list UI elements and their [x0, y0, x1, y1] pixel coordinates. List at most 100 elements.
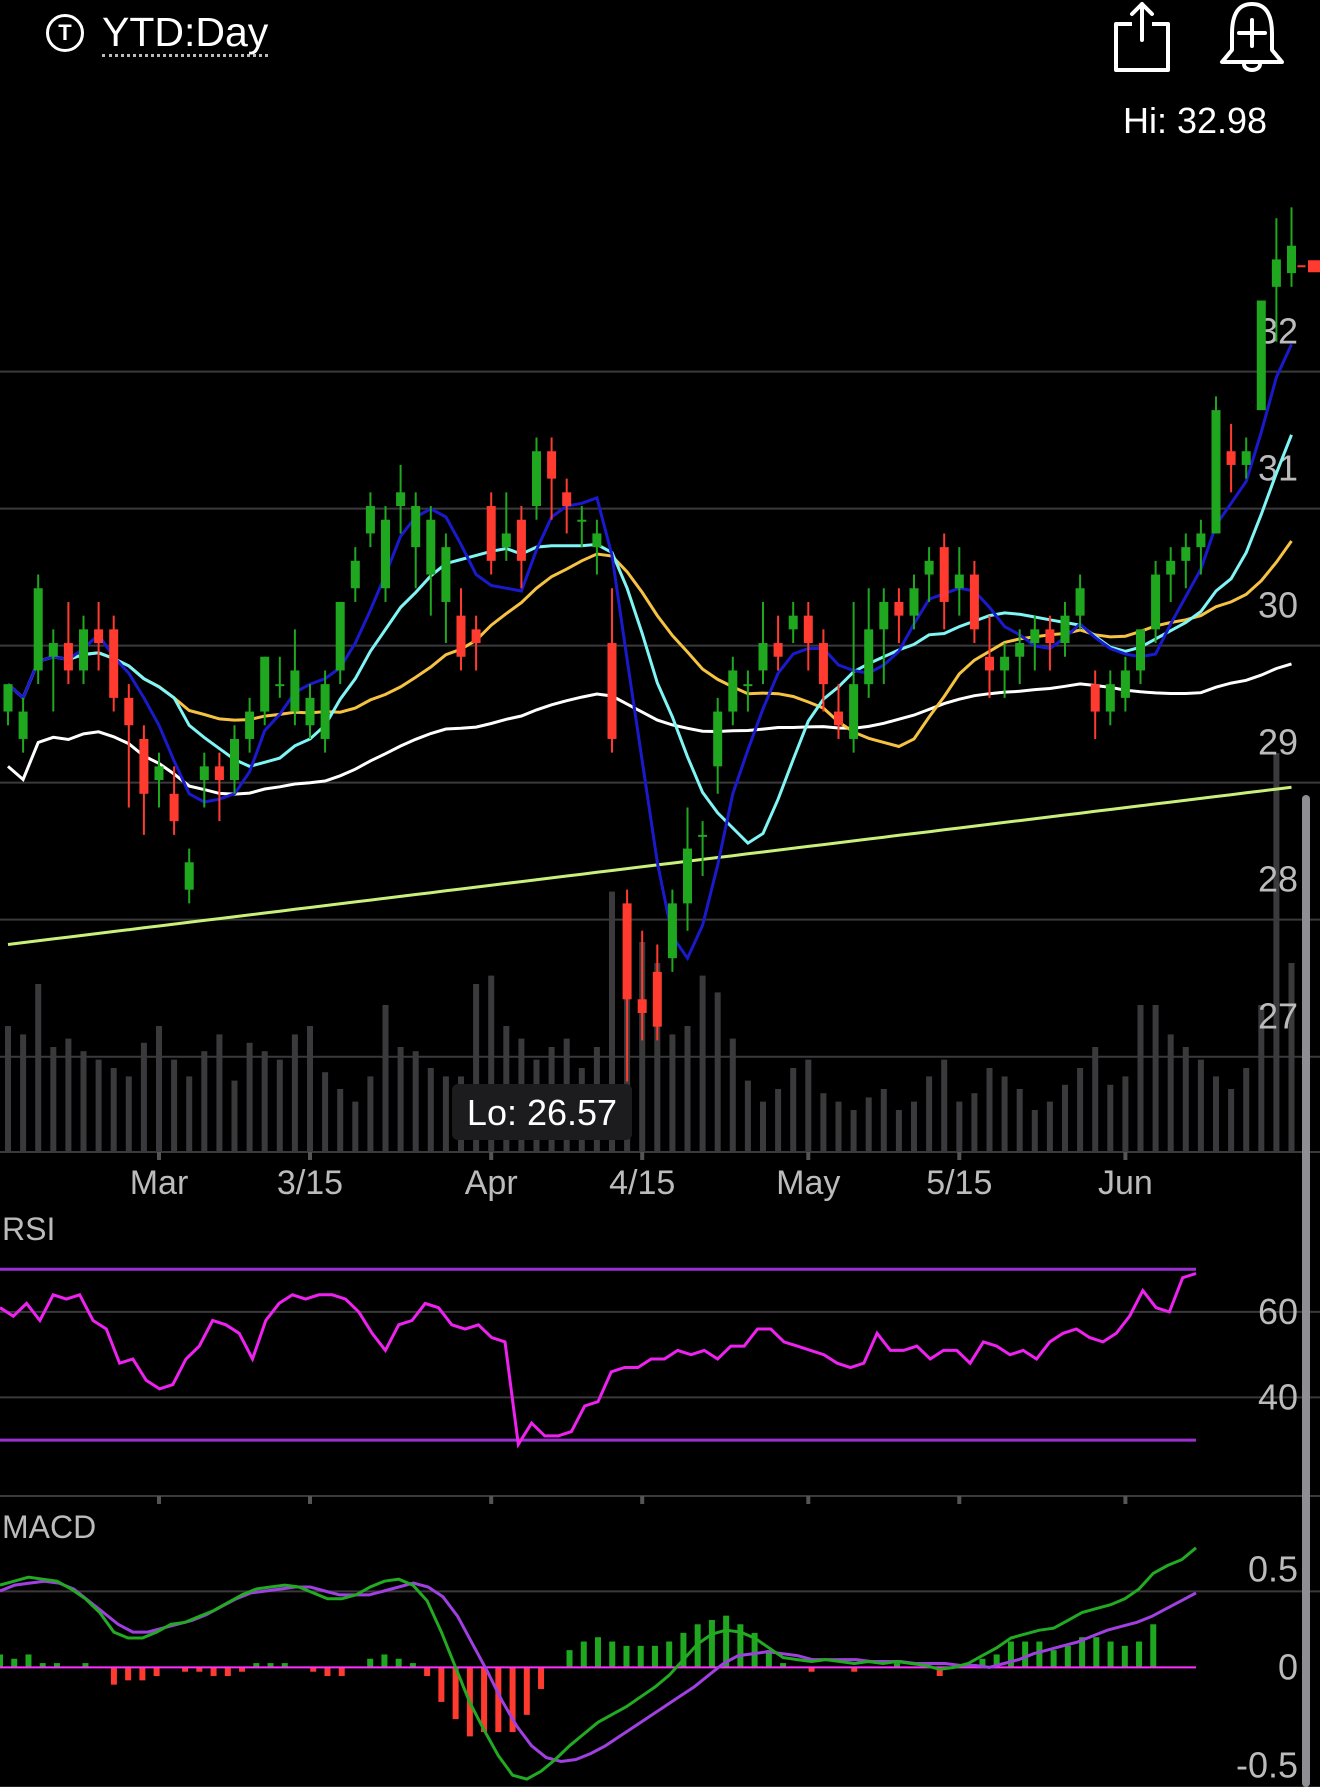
macd-histogram-bar	[1036, 1641, 1043, 1668]
volume-bar	[986, 1068, 993, 1152]
candle-body	[18, 711, 28, 739]
candle-body	[532, 451, 541, 507]
macd-histogram-bar	[1022, 1641, 1029, 1668]
volume-bar	[744, 1080, 751, 1152]
candle-body	[667, 903, 677, 959]
volume-bar	[80, 1051, 87, 1152]
macd-histogram-bar	[125, 1667, 132, 1681]
candle-body	[818, 643, 828, 685]
macd-histogram-bar	[0, 1654, 3, 1668]
candle-body	[728, 670, 738, 712]
candle-body	[441, 547, 451, 602]
last-price-marker	[1308, 260, 1320, 273]
macd-histogram-bar	[338, 1667, 345, 1677]
volume-bar	[337, 1089, 344, 1152]
candle-body	[577, 519, 587, 522]
candle-body	[1045, 629, 1055, 644]
candle-body	[1120, 670, 1130, 698]
candle-body	[184, 862, 194, 890]
candle-body	[864, 629, 874, 685]
candle-body	[1241, 451, 1251, 465]
volume-bar	[382, 1005, 389, 1152]
candle-body	[426, 519, 436, 575]
stock-chart[interactable]: 323130292827Mar 3/15 Apr 4/15 May 5/15 JunHi: …	[0, 0, 1320, 1787]
candle-body	[849, 684, 859, 739]
volume-bar	[1122, 1076, 1129, 1152]
volume-bar	[1062, 1084, 1068, 1152]
macd-histogram-bar	[324, 1667, 331, 1677]
volume-bar	[1167, 1034, 1174, 1152]
candle-body	[909, 588, 919, 616]
volume-bar	[35, 984, 42, 1152]
candle-body	[1060, 615, 1070, 644]
candle-body	[622, 903, 632, 1000]
volume-bar	[1273, 753, 1280, 1152]
macd-histogram-bar	[395, 1658, 402, 1668]
volume-bar	[125, 1076, 132, 1152]
candle-body	[985, 656, 994, 671]
volume-bar	[971, 1093, 978, 1152]
candle-body	[1075, 588, 1085, 616]
candle-body	[1287, 245, 1296, 274]
volume-bar	[65, 1038, 72, 1152]
macd-histogram-bar	[424, 1667, 431, 1677]
candle-body	[335, 601, 345, 671]
candle-body	[365, 506, 375, 534]
macd-histogram-bar	[1107, 1641, 1114, 1668]
macd-histogram-bar	[538, 1667, 545, 1689]
macd-histogram-bar	[139, 1667, 146, 1681]
volume-bar	[322, 1072, 329, 1152]
macd-signal-line	[0, 1579, 1197, 1764]
volume-bar	[669, 1034, 676, 1152]
macd-histogram-bar	[110, 1667, 117, 1685]
volume-bar	[805, 1059, 812, 1152]
candle-body	[1196, 533, 1206, 548]
candle-body	[683, 848, 692, 904]
scrollbar[interactable]	[1302, 795, 1310, 1787]
candle-body	[788, 615, 798, 630]
candle-body	[607, 643, 617, 739]
candle-body	[969, 574, 979, 630]
candle-body	[954, 574, 964, 589]
price-tick-label: 27	[1258, 996, 1298, 1037]
volume-bar	[911, 1101, 917, 1152]
volume-bar	[1016, 1089, 1023, 1152]
candle-body	[245, 711, 255, 739]
volume-bar	[1031, 1110, 1038, 1152]
macd-histogram-bar	[1150, 1624, 1157, 1668]
candle-body	[486, 506, 496, 561]
volume-bar	[156, 1026, 162, 1152]
macd-histogram-bar	[1136, 1641, 1143, 1668]
x-axis-label: Mar	[130, 1164, 189, 1202]
candle-body	[381, 519, 390, 589]
macd-histogram-bar	[595, 1637, 601, 1668]
volume-bar	[95, 1059, 102, 1152]
volume-bar	[427, 1068, 434, 1152]
volume-bar	[291, 1034, 298, 1152]
macd-histogram-bar	[381, 1654, 388, 1668]
volume-bar	[261, 1051, 268, 1152]
candle-body	[803, 615, 813, 644]
macd-histogram-bar	[25, 1654, 32, 1668]
macd-histogram-bar	[367, 1658, 374, 1668]
candle-body	[230, 738, 239, 781]
candle-body	[939, 547, 949, 602]
volume-bar	[835, 1101, 842, 1152]
volume-bar	[760, 1101, 766, 1152]
volume-bar	[367, 1076, 374, 1152]
candle-body	[1151, 574, 1161, 630]
macd-histogram-bar	[1050, 1650, 1057, 1668]
macd-histogram-bar	[580, 1641, 587, 1668]
candle-body	[1256, 300, 1266, 411]
volume-bar	[1092, 1047, 1099, 1152]
macd-histogram-bar	[623, 1645, 630, 1668]
volume-bar	[1228, 1089, 1235, 1152]
volume-bar	[956, 1101, 963, 1152]
candle-body	[1181, 547, 1191, 561]
volume-bar	[1243, 1068, 1250, 1152]
rsi-tick-label: 40	[1258, 1376, 1298, 1417]
candle-body	[290, 670, 300, 712]
volume-bar	[276, 1059, 283, 1152]
rsi-line	[0, 1272, 1197, 1449]
volume-bar	[684, 1026, 691, 1152]
